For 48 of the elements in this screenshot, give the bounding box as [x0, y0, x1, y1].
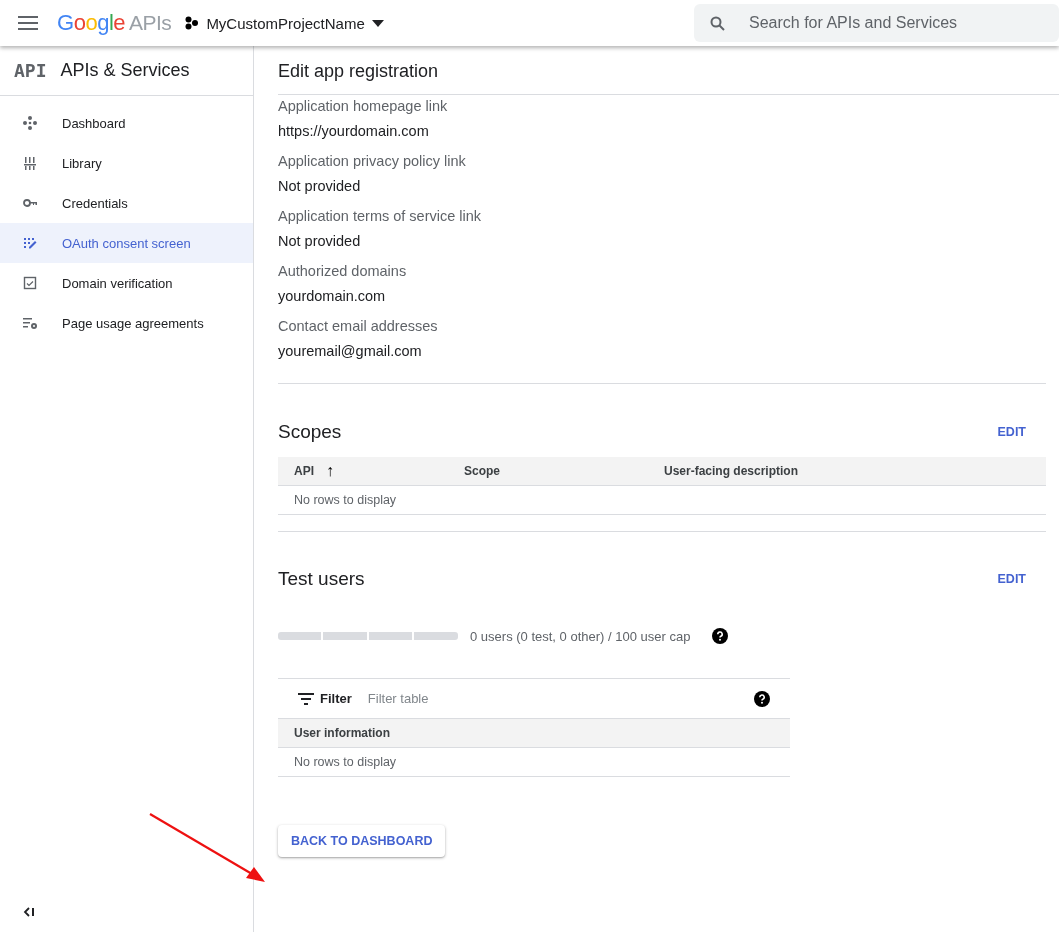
project-icon [185, 16, 200, 30]
field-label: Authorized domains [278, 263, 408, 279]
settings-list-icon [22, 315, 38, 331]
help-icon[interactable] [754, 690, 770, 707]
field-value: youremail@gmail.com [278, 343, 423, 359]
filter-button[interactable]: Filter [298, 691, 352, 706]
sidebar-item[interactable]: Page usage agreements [0, 303, 253, 343]
project-selector[interactable]: MyCustomProjectName [185, 14, 384, 32]
section-title: Test users [278, 568, 365, 590]
sidebar-item[interactable]: Credentials [0, 183, 253, 223]
edit-link[interactable]: EDIT [997, 425, 1046, 439]
menu-icon[interactable] [18, 16, 38, 30]
search-field[interactable]: Search for APIs and Services [694, 4, 1059, 42]
column-header[interactable]: User-facing description [664, 464, 1046, 478]
help-icon[interactable] [712, 628, 729, 644]
api-logo-text: API [14, 60, 47, 81]
filter-icon [298, 692, 314, 705]
sidebar-title: APIs & Services [60, 60, 190, 81]
column-header[interactable]: Scope [464, 464, 664, 478]
logo[interactable]: Google APIs [57, 10, 172, 36]
section-title: Scopes [278, 421, 342, 443]
page-title: Edit app registration [278, 46, 1059, 95]
sidebar-item[interactable]: Dashboard [0, 103, 253, 143]
caret-icon [371, 19, 384, 27]
empty-message: No rows to display [278, 748, 790, 777]
sidebar-item[interactable]: Domain verification [0, 263, 253, 303]
column-header[interactable]: API ↑ [294, 462, 464, 480]
search-input[interactable]: Search for APIs and Services [747, 13, 1047, 33]
dashboard-icon [22, 115, 38, 131]
field-value: yourdomain.com [278, 288, 387, 304]
empty-message: No rows to display [278, 486, 1046, 515]
checkbox-icon [22, 275, 38, 291]
collapse-icon[interactable] [23, 906, 35, 918]
search-icon [710, 15, 725, 31]
library-icon [22, 155, 38, 171]
field-value: https://yourdomain.com [278, 123, 430, 139]
field-value: Not provided [278, 178, 362, 194]
field-label: Contact email addresses [278, 318, 439, 334]
field-label: Application homepage link [278, 98, 449, 114]
user-cap-text: 0 users (0 test, 0 other) / 100 user cap [470, 628, 691, 644]
edit-link[interactable]: EDIT [997, 572, 1046, 586]
field-label: Application terms of service link [278, 208, 483, 224]
checklist-icon [22, 235, 38, 251]
sidebar-item[interactable]: OAuth consent screen [0, 223, 253, 263]
back-to-dashboard-button[interactable]: BACK TO DASHBOARD [278, 825, 446, 857]
field-value: Not provided [278, 233, 362, 249]
sidebar-item[interactable]: Library [0, 143, 253, 183]
field-label: Application privacy policy link [278, 153, 467, 169]
